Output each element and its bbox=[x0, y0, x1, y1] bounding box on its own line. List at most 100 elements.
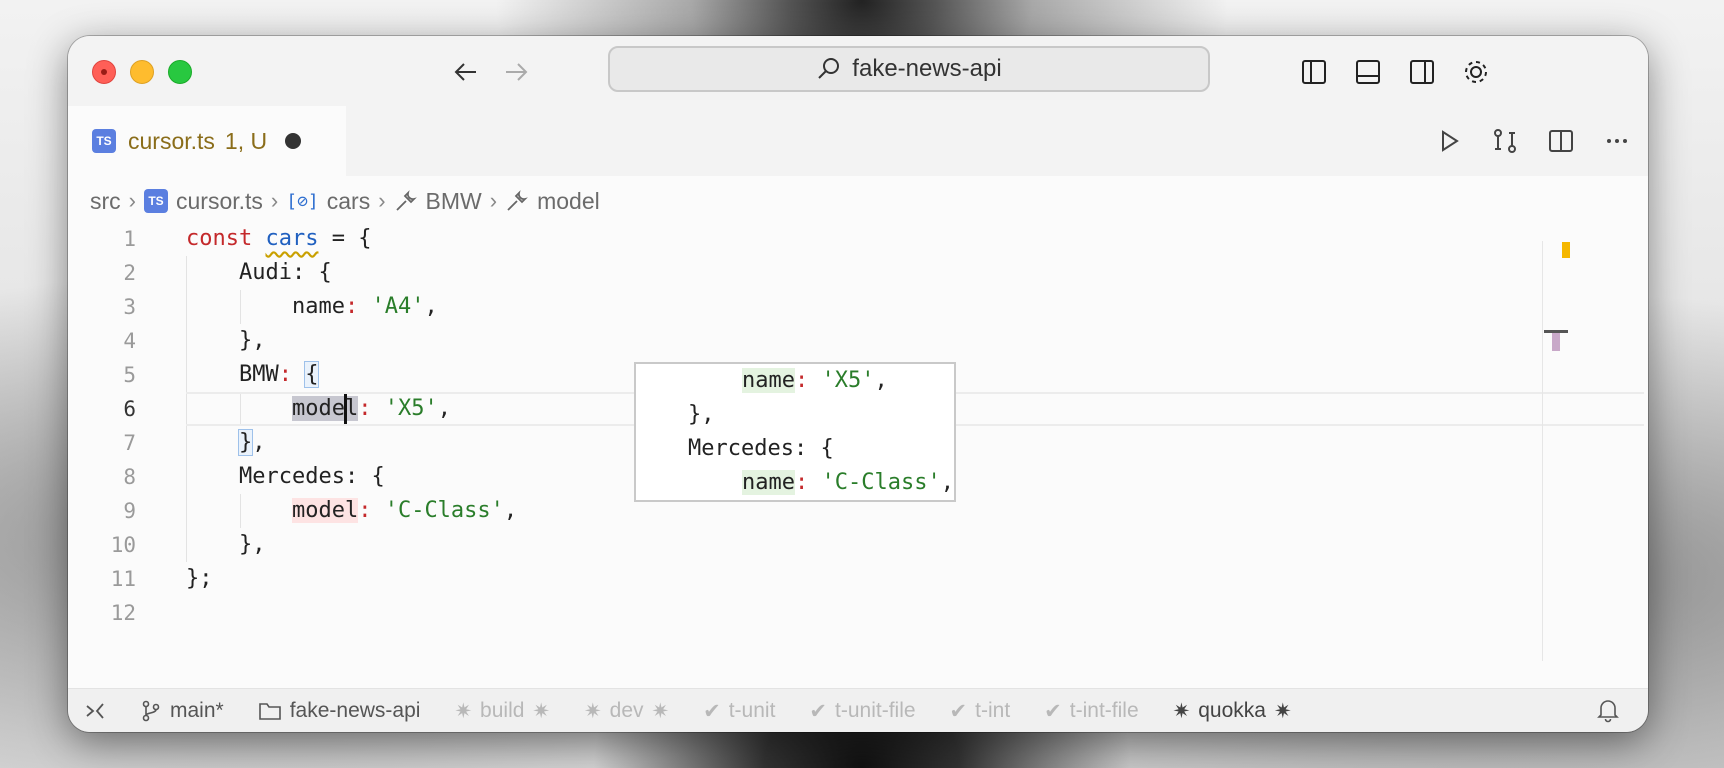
string-literal: 'C-Class' bbox=[384, 498, 504, 523]
workspace-folder-button[interactable]: fake-news-api bbox=[258, 699, 420, 723]
code-line-text: model: 'C-Class', bbox=[291, 498, 518, 523]
breadcrumb-symbol-bmw[interactable]: BMW bbox=[426, 188, 482, 215]
settings-button[interactable] bbox=[1456, 52, 1496, 92]
breadcrumb-file[interactable]: cursor.ts bbox=[176, 188, 263, 215]
overview-ruler[interactable] bbox=[1542, 241, 1543, 661]
task-label: t-unit-file bbox=[835, 699, 916, 722]
git-branch-icon bbox=[142, 700, 160, 722]
tab-bar: TS cursor.ts 1, U bbox=[68, 106, 1648, 176]
preview-line: name: 'X5', bbox=[742, 368, 888, 393]
toggle-panel-button[interactable] bbox=[1348, 52, 1388, 92]
code-token: , bbox=[252, 430, 266, 455]
toggle-primary-sidebar-button[interactable] bbox=[1294, 52, 1334, 92]
string-literal: 'X5' bbox=[384, 396, 438, 421]
task-label: t-int-file bbox=[1069, 699, 1139, 722]
task-t-unit-file-button[interactable]: ✔ t-unit-file bbox=[809, 699, 915, 724]
preview-line: name: 'C-Class', bbox=[742, 470, 954, 495]
added-word-highlight: name bbox=[742, 470, 795, 495]
task-label: t-unit bbox=[728, 699, 776, 722]
string-literal: 'C-Class' bbox=[821, 470, 941, 495]
unsaved-dot-icon[interactable] bbox=[285, 133, 302, 149]
code-line: 1 const cars = { bbox=[68, 222, 1648, 256]
editor-actions bbox=[1424, 106, 1648, 176]
preview-line: Mercedes: { bbox=[688, 432, 834, 466]
selection-marker bbox=[1552, 333, 1560, 351]
panel-bottom-icon bbox=[1356, 60, 1380, 84]
task-t-int-button[interactable]: ✔ t-int bbox=[950, 699, 1011, 724]
line-number: 8 bbox=[123, 465, 136, 489]
quokka-button[interactable]: ✷ quokka ✷ bbox=[1173, 699, 1292, 724]
run-button[interactable] bbox=[1424, 116, 1474, 166]
editor-area[interactable]: src › TS cursor.ts › [⊘] cars › BMW › mo… bbox=[68, 176, 1648, 688]
task-t-unit-button[interactable]: ✔ t-unit bbox=[703, 699, 775, 724]
task-label: build bbox=[480, 699, 525, 722]
task-t-int-file-button[interactable]: ✔ t-int-file bbox=[1044, 699, 1138, 724]
variable-cars[interactable]: cars bbox=[265, 226, 318, 251]
edit-preview-popup[interactable]: name: 'X5', }, Mercedes: { name: 'C-Clas… bbox=[634, 362, 956, 502]
code-line-text: }; bbox=[186, 562, 213, 596]
wrench-icon bbox=[395, 190, 417, 211]
wrench-icon bbox=[507, 190, 528, 211]
code-token: mode bbox=[291, 396, 345, 421]
sparkle-icon: ✷ bbox=[584, 699, 602, 723]
line-number: 3 bbox=[123, 295, 136, 319]
breadcrumb-symbol-model[interactable]: model bbox=[537, 188, 600, 215]
code-line: 12 bbox=[68, 596, 1648, 630]
split-editor-button[interactable] bbox=[1536, 116, 1586, 166]
git-branch-button[interactable]: main* bbox=[140, 699, 224, 723]
code-token: }, bbox=[688, 402, 715, 427]
editor-window: fake-news-api TS cursor.ts 1, U src › TS… bbox=[68, 36, 1648, 732]
warning-marker bbox=[1562, 242, 1570, 258]
code-token: Mercedes bbox=[688, 436, 794, 461]
ellipsis-icon bbox=[1607, 139, 1627, 143]
line-number: 12 bbox=[110, 601, 136, 625]
remote-indicator-button[interactable] bbox=[84, 700, 106, 722]
line-number: 2 bbox=[123, 261, 136, 285]
notifications-button[interactable] bbox=[1596, 697, 1620, 729]
minimize-window-button[interactable] bbox=[130, 60, 154, 84]
breadcrumb-symbol-cars[interactable]: cars bbox=[327, 188, 370, 215]
title-bar: fake-news-api bbox=[68, 36, 1648, 106]
breadcrumb: src › TS cursor.ts › [⊘] cars › BMW › mo… bbox=[90, 184, 600, 218]
close-window-button[interactable] bbox=[92, 60, 116, 84]
line-number: 6 bbox=[123, 397, 136, 421]
code-token: Audi bbox=[238, 260, 292, 285]
back-button[interactable] bbox=[448, 54, 484, 90]
removed-word-highlight: model bbox=[291, 498, 359, 523]
toggle-secondary-sidebar-button[interactable] bbox=[1402, 52, 1442, 92]
code-line-text: }, bbox=[186, 324, 266, 358]
task-build-button[interactable]: ✷ build ✷ bbox=[454, 699, 550, 724]
chevron-right-icon: › bbox=[128, 188, 136, 213]
tab-cursor-ts[interactable]: TS cursor.ts 1, U bbox=[68, 106, 346, 176]
code-line: 3 name: 'A4', bbox=[68, 290, 1648, 324]
sparkle-icon: ✷ bbox=[1172, 699, 1191, 723]
line-number: 1 bbox=[123, 227, 136, 251]
line-number: 7 bbox=[123, 431, 136, 455]
code-token: name bbox=[291, 294, 345, 319]
more-actions-button[interactable] bbox=[1592, 116, 1642, 166]
added-word-highlight: name bbox=[742, 368, 795, 393]
code-line: 11 }; bbox=[68, 562, 1648, 596]
sparkle-icon: ✷ bbox=[651, 699, 670, 723]
sidebar-left-icon bbox=[1302, 60, 1326, 84]
preview-line: }, bbox=[688, 398, 715, 432]
code-token: : { bbox=[291, 260, 332, 285]
zoom-window-button[interactable] bbox=[168, 60, 192, 84]
play-icon bbox=[1442, 130, 1459, 152]
tab-filename: cursor.ts bbox=[128, 127, 215, 154]
typescript-file-icon: TS bbox=[144, 189, 168, 213]
code-line-text: Mercedes: { bbox=[186, 460, 385, 494]
command-center-search[interactable]: fake-news-api bbox=[608, 46, 1210, 92]
code-token: : { bbox=[344, 464, 385, 489]
forward-button[interactable] bbox=[498, 54, 534, 90]
code-token: }, bbox=[238, 532, 266, 557]
code-line-text: }, bbox=[186, 528, 266, 562]
breadcrumb-folder[interactable]: src bbox=[90, 188, 121, 215]
sparkle-icon: ✷ bbox=[454, 699, 473, 723]
code-line-text: name: 'A4', bbox=[291, 294, 438, 319]
open-changes-button[interactable] bbox=[1480, 116, 1530, 166]
selected-word: model bbox=[291, 394, 359, 424]
task-label: t-int bbox=[975, 699, 1011, 722]
line-number: 4 bbox=[123, 329, 136, 353]
task-dev-button[interactable]: ✷ dev ✷ bbox=[584, 699, 669, 724]
